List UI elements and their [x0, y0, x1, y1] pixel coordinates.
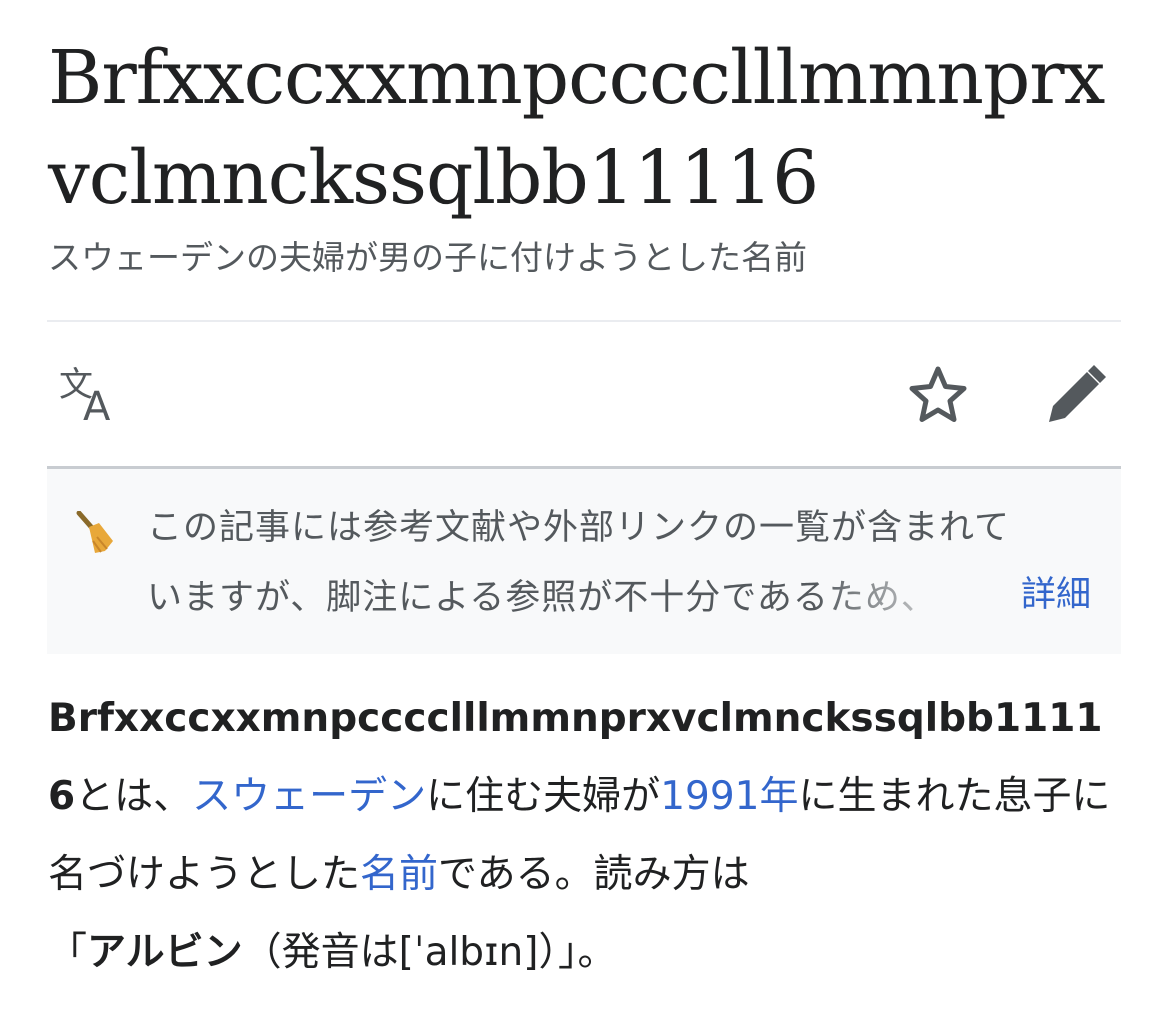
- link-year[interactable]: 1991年: [660, 774, 798, 819]
- watch-button[interactable]: [905, 362, 971, 432]
- svg-text:A: A: [83, 384, 111, 426]
- page-title: Brfxxccxxmnpcccclllmmnprxvclmnckssqlbb11…: [48, 35, 1105, 221]
- translate-icon: 文 A: [59, 365, 111, 430]
- notice-line-2: いますが、脚注による参照が不十分であるため、: [147, 578, 937, 618]
- star-icon: [909, 366, 967, 422]
- page-description: スウェーデンの夫婦が男の子に付けようとした名前: [48, 238, 807, 277]
- page-actions-toolbar: 文 A: [47, 322, 1121, 466]
- notice-text: この記事には参考文献や外部リンクの一覧が含まれて いますが、脚注による参照が不十…: [147, 493, 1087, 633]
- quote-open: 「: [48, 930, 88, 975]
- pronunciation: （発音は[ˈalbɪn]）: [242, 930, 558, 975]
- reading-term: アルビン: [87, 930, 243, 975]
- language-button[interactable]: 文 A: [57, 362, 125, 430]
- quote-close: 」。: [558, 930, 617, 975]
- lead-text-4: である。読み方は: [438, 852, 750, 897]
- edit-button[interactable]: [1041, 362, 1109, 434]
- article-page: Brfxxccxxmnpcccclllmmnprxvclmnckssqlbb11…: [0, 0, 1169, 1012]
- link-name[interactable]: 名前: [360, 852, 438, 897]
- link-sweden[interactable]: スウェーデン: [192, 774, 426, 819]
- pencil-icon: [1049, 365, 1106, 422]
- lead-text-2: に住む夫婦が: [426, 774, 661, 819]
- notice-details-link[interactable]: 詳細: [1021, 570, 1091, 620]
- lead-paragraph: Brfxxccxxmnpcccclllmmnprxvclmnckssqlbb11…: [48, 680, 1123, 992]
- lead-text-1: とは、: [75, 774, 193, 819]
- broom-icon: [75, 510, 115, 559]
- refimprove-notice[interactable]: この記事には参考文献や外部リンクの一覧が含まれて いますが、脚注による参照が不十…: [47, 469, 1121, 654]
- notice-line-1: この記事には参考文献や外部リンクの一覧が含まれて: [147, 508, 1010, 548]
